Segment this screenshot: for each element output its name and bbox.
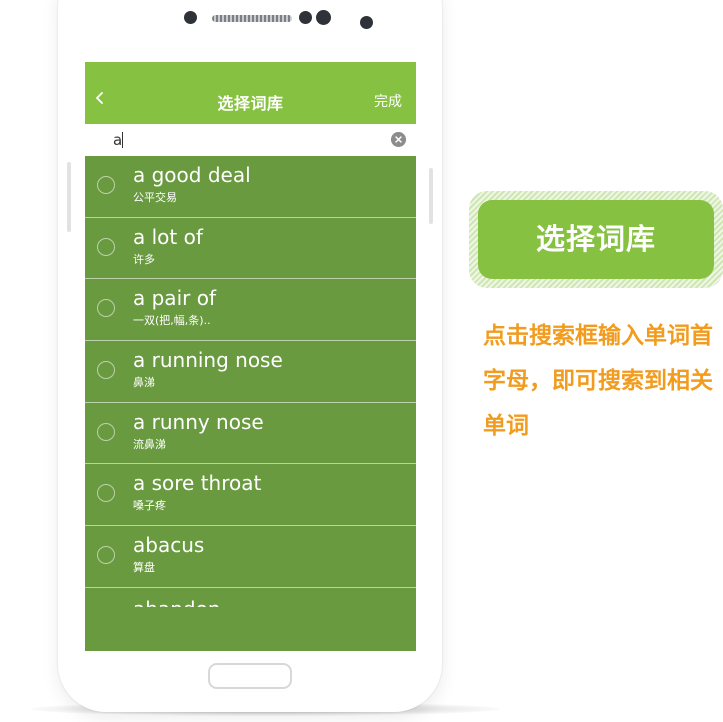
word-meaning: 流鼻涕	[133, 437, 166, 451]
word-text: a runny nose	[133, 409, 264, 434]
front-camera-icon	[299, 11, 312, 24]
app-header: 选择词库 完成	[85, 62, 416, 124]
page-title: 选择词库	[217, 94, 284, 113]
word-list: a good deal 公平交易 a lot of 许多 a pair of 一…	[85, 156, 416, 650]
list-item[interactable]: a runny nose 流鼻涕	[85, 403, 416, 465]
word-meaning: 鼻涕	[133, 376, 155, 390]
app-screen: 选择词库 完成 a a good deal 公平交易 a lot of 许多 a…	[85, 62, 416, 651]
word-text: a lot of	[133, 224, 203, 249]
radio-icon[interactable]	[97, 422, 115, 441]
word-meaning: 公平交易	[133, 191, 177, 204]
list-item[interactable]: a sore throat 嗓子疼	[85, 464, 416, 527]
radio-icon[interactable]	[97, 176, 115, 194]
done-button[interactable]: 完成	[374, 91, 402, 111]
earpiece-speaker	[212, 15, 292, 22]
search-bar[interactable]: a	[85, 124, 416, 156]
list-item[interactable]: abacus 算盘	[85, 526, 416, 588]
radio-icon[interactable]	[97, 361, 115, 380]
radio-icon[interactable]	[97, 484, 115, 503]
search-input[interactable]: a	[113, 131, 122, 149]
volume-key	[67, 162, 71, 232]
home-button[interactable]	[208, 663, 292, 689]
clear-icon[interactable]	[391, 132, 406, 147]
power-key	[429, 168, 433, 224]
promo-hint: 点击搜索框输入单词首字母，即可搜索到相关单词	[483, 323, 713, 439]
word-text: a pair of	[133, 286, 216, 311]
word-text: abacus	[133, 533, 205, 558]
promo-badge: 选择词库	[478, 200, 714, 279]
word-meaning: 算盘	[133, 561, 155, 575]
light-sensor	[316, 10, 331, 25]
list-item[interactable]: a good deal 公平交易	[85, 156, 416, 218]
camera-dot	[360, 16, 373, 29]
word-text: a good deal	[133, 163, 251, 187]
word-meaning: 一双(把,幅,条)..	[133, 314, 211, 328]
word-text: a running nose	[133, 348, 283, 373]
radio-icon[interactable]	[97, 237, 115, 256]
radio-icon[interactable]	[97, 546, 115, 565]
word-text: a sore throat	[133, 471, 262, 496]
list-item[interactable]: a lot of 许多	[85, 218, 416, 280]
text-cursor	[122, 132, 123, 148]
list-item[interactable]: a pair of 一双(把,幅,条)..	[85, 279, 416, 342]
proximity-sensor	[184, 11, 197, 24]
word-meaning: 嗓子疼	[133, 499, 166, 513]
radio-icon[interactable]	[97, 299, 115, 318]
stage: 选择词库 完成 a a good deal 公平交易 a lot of 许多 a…	[0, 0, 723, 722]
list-bottom-mask	[85, 607, 416, 651]
word-meaning: 许多	[133, 252, 155, 266]
list-item[interactable]: a running nose 鼻涕	[85, 341, 416, 403]
